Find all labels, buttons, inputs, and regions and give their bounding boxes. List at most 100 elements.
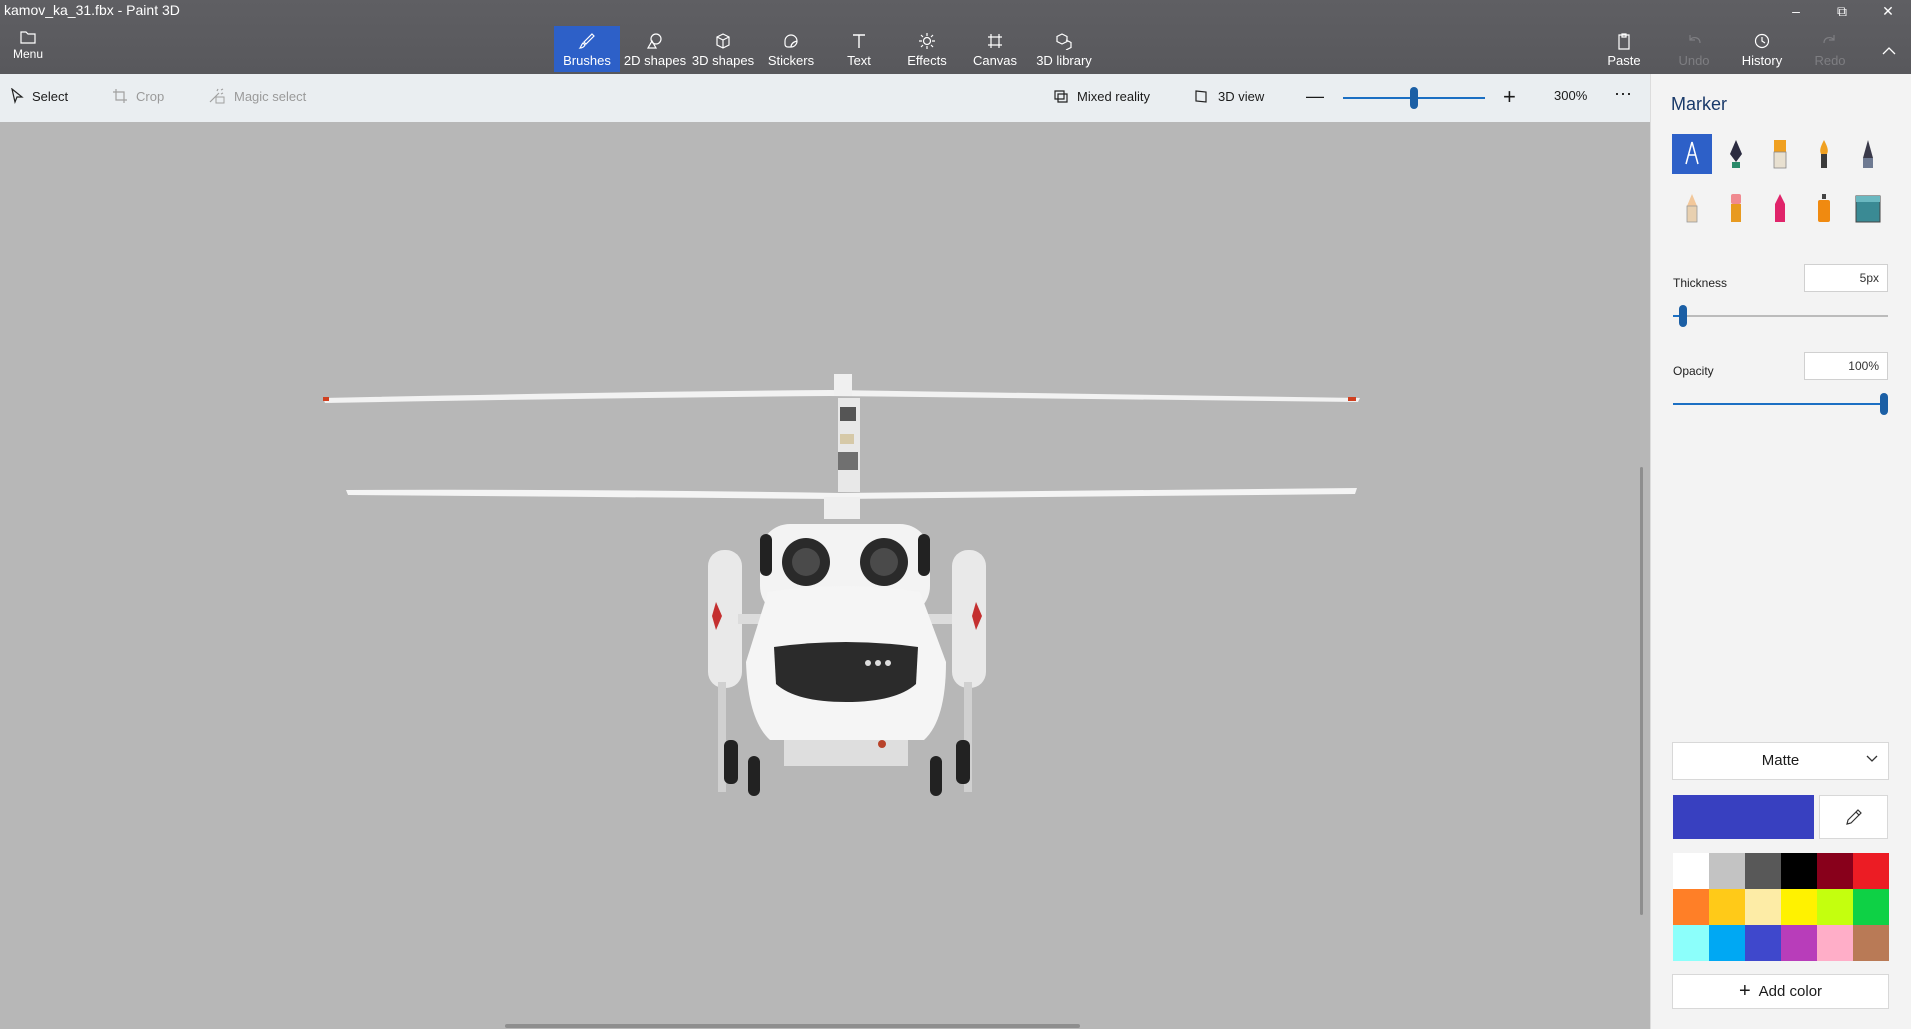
color-swatch[interactable] — [1673, 925, 1709, 961]
color-swatch[interactable] — [1709, 889, 1745, 925]
text-icon — [853, 34, 865, 48]
thickness-field[interactable]: 5px — [1804, 264, 1888, 292]
opacity-slider-thumb[interactable] — [1880, 393, 1888, 415]
magic-select-button[interactable]: Magic select — [208, 88, 306, 104]
tool-effects[interactable]: Effects — [894, 26, 960, 72]
tool-canvas[interactable]: Canvas — [962, 26, 1028, 72]
select-label: Select — [32, 88, 69, 104]
paste-label: Paste — [1607, 53, 1641, 68]
zoom-in-button[interactable]: + — [1503, 84, 1516, 110]
tool-label: 3D shapes — [691, 53, 755, 68]
tool-3d-shapes[interactable]: 3D shapes — [690, 26, 756, 72]
paste-button[interactable]: Paste — [1592, 26, 1656, 72]
helicopter-model[interactable] — [0, 122, 1650, 1029]
brush-fill[interactable] — [1848, 188, 1888, 228]
horizontal-scrollbar[interactable] — [505, 1024, 1080, 1028]
color-swatch[interactable] — [1817, 853, 1853, 889]
color-swatch[interactable] — [1817, 889, 1853, 925]
history-button[interactable]: History — [1730, 26, 1794, 72]
minimize-button[interactable]: – — [1773, 0, 1819, 22]
select-button[interactable]: Select — [10, 88, 68, 104]
color-swatch[interactable] — [1745, 889, 1781, 925]
opacity-label: Opacity — [1673, 364, 1714, 378]
thickness-slider[interactable] — [1673, 305, 1888, 327]
color-swatch[interactable] — [1781, 853, 1817, 889]
plus-icon: + — [1738, 980, 1751, 1002]
mixed-reality-button[interactable]: Mixed reality — [1053, 88, 1150, 104]
chevron-up-icon — [1882, 47, 1896, 55]
watercolor-icon — [1820, 140, 1828, 168]
brush-crayon[interactable] — [1760, 188, 1800, 228]
tool-text[interactable]: Text — [826, 26, 892, 72]
color-swatch[interactable] — [1781, 925, 1817, 961]
color-swatch[interactable] — [1817, 925, 1853, 961]
opacity-field[interactable]: 100% — [1804, 352, 1888, 380]
brush-spray-can[interactable] — [1804, 188, 1844, 228]
tool-label: Canvas — [972, 53, 1018, 68]
marker-icon — [1685, 141, 1699, 165]
collapse-ribbon-button[interactable] — [1866, 38, 1911, 64]
brush-pixel-pen[interactable] — [1848, 134, 1888, 174]
color-swatch[interactable] — [1745, 925, 1781, 961]
tool-2d-shapes[interactable]: 2D shapes — [622, 26, 688, 72]
tool-brushes[interactable]: Brushes — [554, 26, 620, 72]
restore-button[interactable]: ⧉ — [1819, 0, 1865, 22]
color-swatch[interactable] — [1853, 889, 1889, 925]
mixed-reality-label: Mixed reality — [1077, 88, 1150, 104]
tool-stickers[interactable]: Stickers — [758, 26, 824, 72]
history-label: History — [1741, 53, 1783, 68]
zoom-value[interactable]: 300% — [1554, 88, 1587, 103]
redo-label: Redo — [1814, 53, 1846, 68]
color-swatch[interactable] — [1745, 853, 1781, 889]
opacity-slider-fill — [1673, 403, 1884, 405]
brush-calligraphy-pen[interactable] — [1716, 134, 1756, 174]
crop-button[interactable]: Crop — [112, 88, 164, 104]
thickness-slider-thumb[interactable] — [1679, 305, 1687, 327]
color-swatch[interactable] — [1709, 853, 1745, 889]
brush-eraser[interactable] — [1716, 188, 1756, 228]
undo-label: Undo — [1678, 53, 1710, 68]
zoom-slider-thumb[interactable] — [1410, 87, 1418, 109]
tool-label: Stickers — [767, 53, 815, 68]
3d-library-icon — [1056, 33, 1072, 50]
tool-label: Effects — [907, 53, 947, 68]
close-window-button[interactable]: ✕ — [1865, 0, 1911, 22]
add-color-button[interactable]: + Add color — [1672, 974, 1889, 1009]
paste-icon — [1618, 33, 1630, 50]
vertical-scrollbar[interactable] — [1640, 467, 1643, 915]
canvas-icon — [988, 34, 1002, 48]
sun-icon — [919, 33, 935, 49]
eyedropper-button[interactable] — [1819, 795, 1888, 839]
brush-pencil[interactable] — [1672, 188, 1712, 228]
calligraphy-pen-icon — [1730, 140, 1742, 168]
opacity-slider[interactable] — [1673, 393, 1888, 415]
3d-view-icon — [1195, 90, 1207, 103]
spray-can-icon — [1818, 194, 1830, 222]
window-title: kamov_ka_31.fbx - Paint 3D — [4, 2, 180, 18]
color-swatch[interactable] — [1853, 925, 1889, 961]
magic-select-label: Magic select — [234, 88, 307, 104]
current-color-swatch[interactable] — [1673, 795, 1814, 839]
brush-oil[interactable] — [1760, 134, 1800, 174]
redo-button[interactable]: Redo — [1798, 26, 1862, 72]
3d-view-button[interactable]: 3D view — [1194, 88, 1264, 104]
color-swatch[interactable] — [1853, 853, 1889, 889]
more-options-button[interactable]: ⋯ — [1614, 84, 1632, 105]
brush-marker[interactable] — [1672, 134, 1712, 174]
color-swatch[interactable] — [1781, 889, 1817, 925]
2d-shapes-icon — [646, 33, 662, 49]
tool-3d-library[interactable]: 3D library — [1030, 26, 1098, 72]
menu-button[interactable]: Menu — [8, 30, 48, 70]
undo-button[interactable]: Undo — [1662, 26, 1726, 72]
thickness-label: Thickness — [1673, 276, 1728, 290]
color-swatch[interactable] — [1673, 853, 1709, 889]
color-swatch[interactable] — [1673, 889, 1709, 925]
redo-icon — [1823, 35, 1835, 44]
brush-watercolor[interactable] — [1804, 134, 1844, 174]
canvas-workspace[interactable] — [0, 122, 1650, 1029]
tool-label: Brushes — [563, 53, 611, 68]
undo-icon — [1689, 35, 1701, 44]
zoom-out-button[interactable]: — — [1306, 86, 1324, 107]
finish-dropdown[interactable]: Matte — [1672, 742, 1889, 780]
color-swatch[interactable] — [1709, 925, 1745, 961]
